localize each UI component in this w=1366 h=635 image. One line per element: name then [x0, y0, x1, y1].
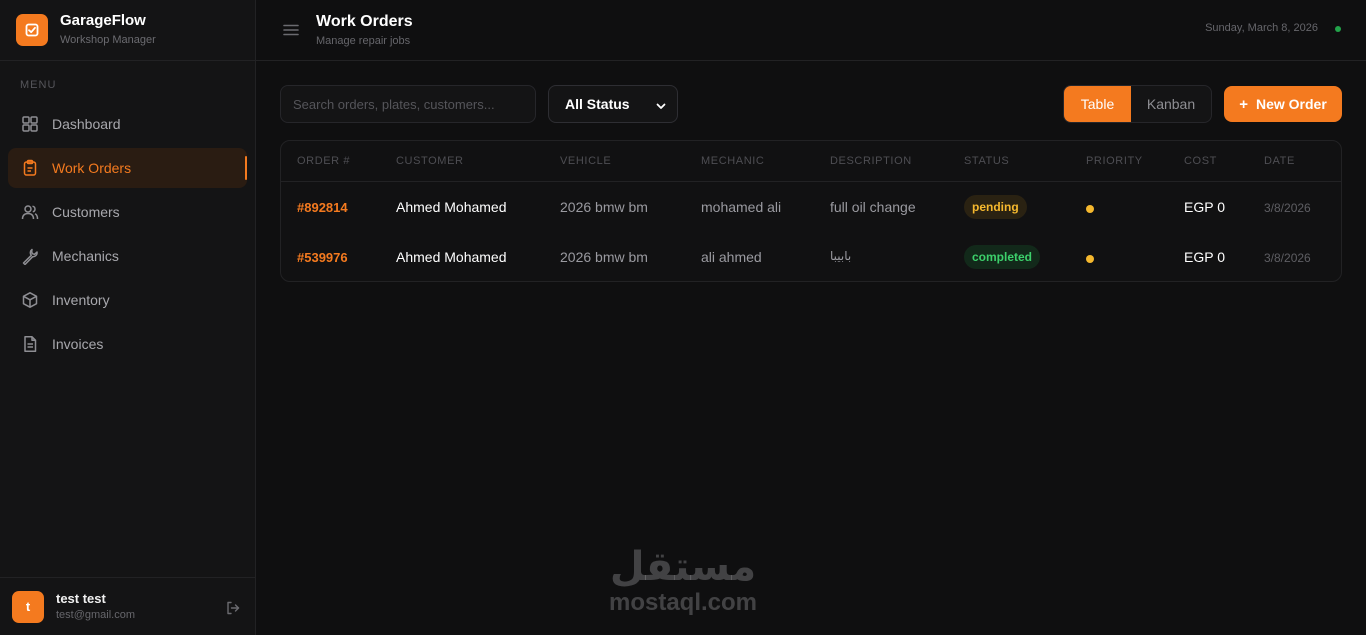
sidebar-item-customers[interactable]: Customers	[8, 192, 247, 232]
column-header-vehicle: VEHICLE	[560, 155, 612, 167]
brand: GarageFlow Workshop Manager	[0, 0, 255, 61]
online-status-dot-icon	[1335, 26, 1341, 32]
view-kanban-button[interactable]: Kanban	[1131, 86, 1211, 122]
cost: EGP 0	[1184, 199, 1225, 215]
brand-title: GarageFlow	[60, 12, 146, 29]
cost: EGP 0	[1184, 249, 1225, 265]
table-row[interactable]: #539976 Ahmed Mohamed 2026 bmw bm ali ah…	[281, 232, 1341, 281]
menu-label: MENU	[20, 79, 57, 91]
vehicle: 2026 bmw bm	[560, 249, 648, 265]
hamburger-menu-icon[interactable]	[282, 21, 300, 39]
watermark: مستقل mostaql.com	[600, 545, 766, 617]
column-header-priority: PRIORITY	[1086, 155, 1143, 167]
user-name: test test	[56, 590, 106, 606]
watermark-arabic: مستقل	[609, 544, 757, 590]
logout-icon[interactable]	[225, 600, 241, 616]
plus-icon: +	[1239, 95, 1248, 113]
grid-icon	[20, 114, 40, 134]
chevron-down-icon	[655, 99, 667, 111]
sidebar: GarageFlow Workshop Manager MENU Dashboa…	[0, 0, 256, 635]
user-email: test@gmail.com	[56, 608, 136, 621]
page-subtitle: Manage repair jobs	[316, 34, 411, 47]
new-order-label: New Order	[1255, 96, 1327, 112]
mechanic: mohamed ali	[701, 199, 782, 215]
column-header-cost: COST	[1184, 155, 1217, 167]
sidebar-item-inventory[interactable]: Inventory	[8, 280, 247, 320]
clipboard-icon	[20, 158, 40, 178]
column-header-mechanic: MECHANIC	[701, 155, 765, 167]
sidebar-item-invoices[interactable]: Invoices	[8, 324, 247, 364]
sidebar-item-dashboard[interactable]: Dashboard	[8, 104, 247, 144]
view-toggle: Table Kanban	[1063, 85, 1212, 123]
mechanic: ali ahmed	[701, 249, 762, 265]
table-row[interactable]: #892814 Ahmed Mohamed 2026 bmw bm mohame…	[281, 182, 1341, 232]
page-title: Work Orders	[316, 12, 413, 30]
users-icon	[20, 202, 40, 222]
sidebar-item-mechanics[interactable]: Mechanics	[8, 236, 247, 276]
customer-name: Ahmed Mohamed	[396, 199, 507, 215]
date: 3/8/2026	[1264, 251, 1311, 265]
vehicle: 2026 bmw bm	[560, 199, 648, 215]
date: 3/8/2026	[1264, 201, 1311, 215]
description: full oil change	[830, 199, 916, 215]
sidebar-item-label: Customers	[52, 204, 120, 220]
column-header-status: STATUS	[964, 155, 1010, 167]
new-order-button[interactable]: + New Order	[1224, 86, 1342, 122]
column-header-order: ORDER #	[297, 155, 351, 167]
sidebar-item-label: Work Orders	[52, 160, 132, 176]
column-header-description: DESCRIPTION	[830, 155, 912, 167]
status-filter-select[interactable]: All Status	[548, 85, 678, 123]
view-table-button[interactable]: Table	[1064, 86, 1131, 122]
table-header: ORDER # CUSTOMER VEHICLE MECHANIC DESCRI…	[281, 141, 1341, 182]
column-header-customer: CUSTOMER	[396, 155, 464, 167]
search-input[interactable]	[280, 85, 536, 123]
description: بابيبا	[830, 249, 852, 263]
customer-name: Ahmed Mohamed	[396, 249, 507, 265]
avatar: t	[12, 590, 44, 623]
sidebar-item-label: Dashboard	[52, 116, 121, 132]
sidebar-item-label: Invoices	[52, 336, 104, 352]
order-number[interactable]: #892814	[297, 200, 348, 215]
wrench-icon	[20, 246, 40, 266]
order-number[interactable]: #539976	[297, 250, 348, 265]
status-badge: completed	[964, 245, 1041, 269]
column-header-date: DATE	[1264, 155, 1295, 167]
priority-dot-icon	[1086, 205, 1094, 213]
sidebar-item-label: Inventory	[52, 292, 110, 308]
sidebar-item-work-orders[interactable]: Work Orders	[8, 148, 247, 188]
work-orders-table: ORDER # CUSTOMER VEHICLE MECHANIC DESCRI…	[280, 140, 1342, 282]
user-profile: t test test test@gmail.com	[0, 577, 255, 635]
box-icon	[20, 290, 40, 310]
status-filter-value: All Status	[565, 96, 630, 112]
brand-subtitle: Workshop Manager	[60, 34, 156, 46]
top-header: Work Orders Manage repair jobs Sunday, M…	[256, 0, 1366, 61]
header-date: Sunday, March 8, 2026	[1205, 22, 1318, 34]
watermark-latin: mostaql.com	[608, 589, 758, 616]
sidebar-nav: Dashboard Work Orders Customers Mechanic…	[0, 104, 255, 364]
sidebar-item-label: Mechanics	[52, 248, 119, 264]
file-icon	[20, 334, 40, 354]
priority-dot-icon	[1086, 255, 1094, 263]
brand-logo-icon	[16, 14, 48, 46]
status-badge: pending	[964, 195, 1027, 219]
